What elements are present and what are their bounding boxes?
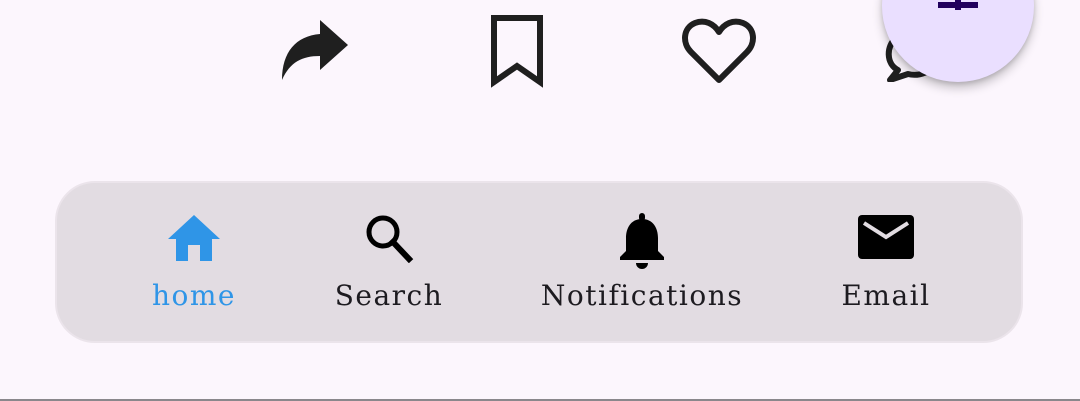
bookmark-button[interactable] (484, 14, 550, 88)
nav-item-home[interactable]: home (135, 183, 253, 341)
nav-label-search: Search (334, 279, 444, 312)
nav-label-home: home (151, 279, 236, 312)
bell-icon (620, 213, 664, 269)
nav-item-search[interactable]: Search (327, 183, 451, 341)
nav-item-email[interactable]: Email (827, 183, 945, 341)
search-icon (366, 215, 414, 263)
nav-label-notifications: Notifications (540, 279, 744, 312)
bottom-navigation: home Search Notifications Email (55, 181, 1023, 343)
heart-icon (682, 18, 756, 83)
nav-item-notifications[interactable]: Notifications (537, 183, 747, 341)
share-icon (282, 20, 348, 80)
home-icon (168, 215, 220, 261)
bookmark-icon (491, 15, 543, 88)
plus-icon (938, 0, 978, 10)
nav-label-email: Email (841, 279, 931, 312)
mail-icon (858, 215, 914, 259)
share-button[interactable] (278, 18, 352, 84)
like-button[interactable] (682, 16, 756, 86)
